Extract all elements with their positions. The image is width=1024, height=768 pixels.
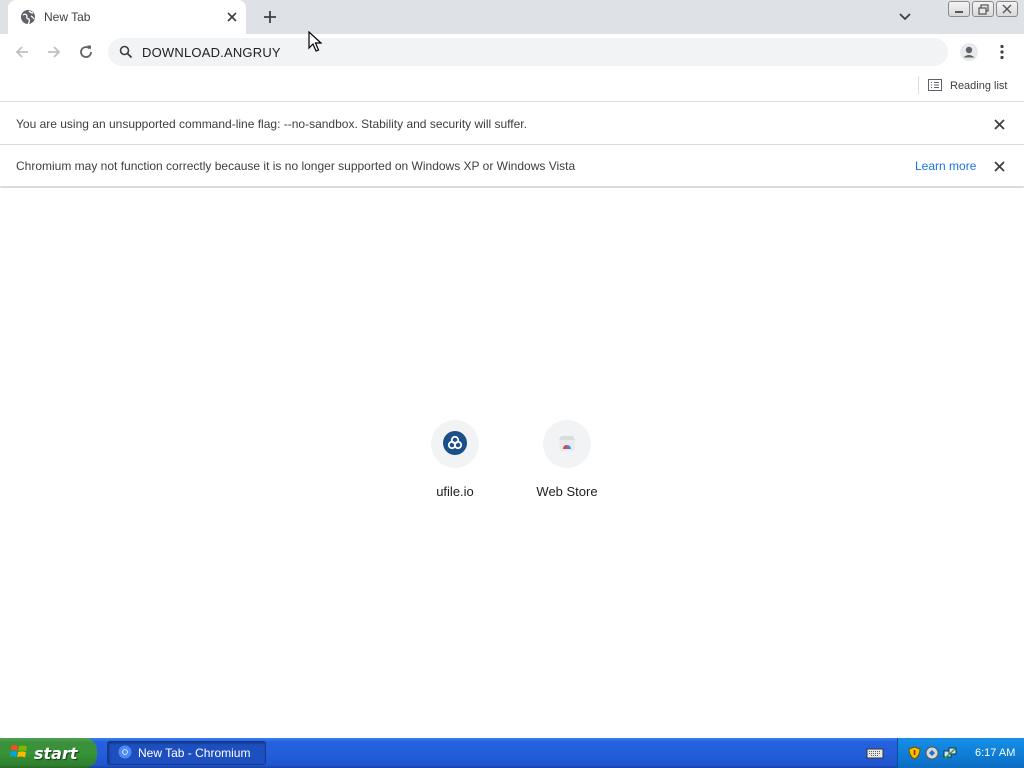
close-icon[interactable] xyxy=(991,116,1007,132)
shortcut-ufile[interactable]: ufile.io xyxy=(399,418,511,508)
new-tab-page: ufile.io Web Store xyxy=(0,188,1024,738)
start-button[interactable]: start xyxy=(0,738,97,768)
forward-arrow-icon[interactable] xyxy=(43,41,65,63)
plus-icon[interactable] xyxy=(260,7,280,27)
shortcut-label: Web Store xyxy=(536,484,598,499)
mouse-cursor-icon xyxy=(308,31,322,52)
profile-avatar-icon[interactable] xyxy=(958,41,980,63)
taskbar-item-chromium[interactable]: New Tab - Chromium xyxy=(107,741,266,765)
tab-title: New Tab xyxy=(44,10,91,24)
clock: 6:17 AM xyxy=(975,747,1016,759)
infobar-message: You are using an unsupported command-lin… xyxy=(16,117,527,131)
infobar-no-sandbox: You are using an unsupported command-lin… xyxy=(0,103,1024,145)
reload-icon[interactable] xyxy=(75,41,97,63)
windows-logo-icon xyxy=(10,743,28,764)
toolbar: DOWNLOAD.ANGRUY xyxy=(0,34,1024,70)
security-shield-icon[interactable] xyxy=(907,746,921,760)
learn-more-link[interactable]: Learn more xyxy=(915,159,976,173)
reading-list-icon xyxy=(928,78,942,94)
keyboard-icon[interactable] xyxy=(866,746,884,760)
start-label: start xyxy=(34,743,78,763)
address-bar[interactable]: DOWNLOAD.ANGRUY xyxy=(108,38,948,66)
globe-icon xyxy=(20,9,36,25)
reading-list-button[interactable]: Reading list xyxy=(928,76,1007,96)
shortcut-icon-wrap xyxy=(543,420,591,468)
webstore-icon xyxy=(555,431,579,458)
search-icon xyxy=(119,45,133,59)
infobar-message: Chromium may not function correctly beca… xyxy=(16,159,576,173)
shortcut-label: ufile.io xyxy=(436,484,474,499)
restore-icon[interactable] xyxy=(972,1,994,17)
tab-new-tab[interactable]: New Tab xyxy=(8,0,246,34)
address-input[interactable]: DOWNLOAD.ANGRUY xyxy=(142,45,281,60)
system-tray: 6:17 AM xyxy=(897,738,1024,768)
close-icon[interactable] xyxy=(991,158,1007,174)
network-icon[interactable] xyxy=(925,746,939,760)
close-window-icon[interactable] xyxy=(996,1,1018,17)
chevron-down-icon[interactable] xyxy=(896,8,914,26)
network-connection-icon[interactable] xyxy=(943,746,957,760)
kebab-menu-icon[interactable] xyxy=(993,41,1011,63)
ufile-icon xyxy=(443,430,467,458)
back-arrow-icon[interactable] xyxy=(11,41,33,63)
infobar-unsupported-os: Chromium may not function correctly beca… xyxy=(0,145,1024,187)
reading-list-label: Reading list xyxy=(950,80,1008,92)
taskbar-item-label: New Tab - Chromium xyxy=(138,746,251,760)
bookmarks-bar: Reading list xyxy=(0,70,1024,102)
shortcut-web-store[interactable]: Web Store xyxy=(511,418,623,508)
taskbar: start New Tab - Chromium 6:17 AM xyxy=(0,738,1024,768)
shortcut-icon-wrap xyxy=(431,420,479,468)
close-tab-icon[interactable] xyxy=(224,9,240,25)
minimize-icon[interactable] xyxy=(948,1,970,17)
chromium-icon xyxy=(118,745,132,762)
window-controls xyxy=(948,1,1018,17)
tab-strip: New Tab xyxy=(0,0,1024,34)
bookmarks-separator xyxy=(918,76,919,94)
